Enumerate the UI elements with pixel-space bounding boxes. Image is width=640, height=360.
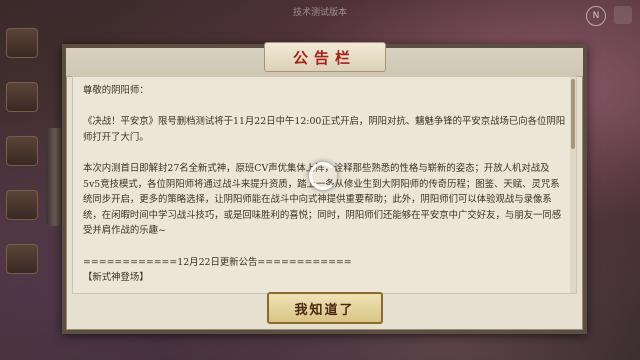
- greeting-text: 尊敬的阴阳师：: [83, 85, 149, 96]
- update-header: ============12月22日更新公告============: [83, 256, 352, 268]
- left-side-menu: [6, 28, 38, 274]
- section-title: 【新式神登场】: [83, 272, 149, 284]
- build-version-text: 技术测试版本: [292, 7, 347, 18]
- top-status-bar: 技术测试版本: [0, 0, 640, 22]
- announcement-paragraph: 《决战！平安京》限号删档测试将于11月22日中午12:00正式开启，阴阳对抗、魑…: [83, 116, 566, 143]
- side-menu-icon[interactable]: [6, 136, 38, 166]
- loading-spinner-icon: [309, 162, 337, 190]
- menu-icon[interactable]: [614, 6, 632, 24]
- scrollbar-thumb[interactable]: [571, 79, 575, 149]
- dialog-title-plaque: 公告栏: [263, 42, 386, 72]
- dialog-title: 公告栏: [292, 48, 356, 67]
- side-menu-icon[interactable]: [6, 28, 38, 58]
- confirm-button[interactable]: 我知道了: [266, 292, 383, 324]
- side-menu-icon[interactable]: [6, 82, 38, 112]
- content-scrollbar[interactable]: [570, 77, 576, 293]
- side-menu-icon[interactable]: [6, 244, 38, 274]
- side-menu-icon[interactable]: [6, 190, 38, 220]
- netease-logo-icon[interactable]: N: [586, 6, 606, 26]
